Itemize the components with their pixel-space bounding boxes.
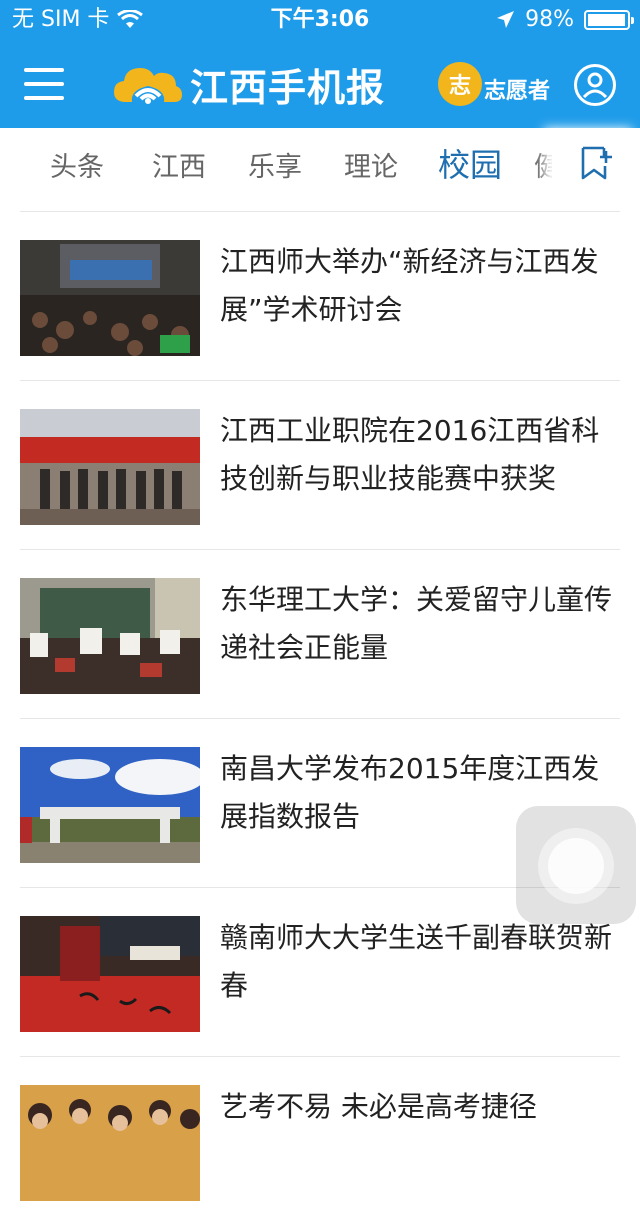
- menu-icon-bar: [24, 82, 64, 86]
- news-title: 江西工业职院在2016江西省科技创新与职业技能赛中获奖: [220, 414, 600, 495]
- app-header: 无 SIM 卡 下午3:06 98% 江西手机报 志 志愿者: [0, 0, 640, 128]
- news-item[interactable]: 东华理工大学：关爱留守儿童传递社会正能量: [20, 550, 620, 718]
- tab-lilun[interactable]: 理论: [344, 145, 398, 184]
- logo-text: 江西手机报: [190, 65, 386, 110]
- news-title: 东华理工大学：关爱留守儿童传递社会正能量: [220, 583, 613, 664]
- user-profile-button[interactable]: [574, 64, 616, 106]
- menu-icon-bar: [24, 96, 64, 100]
- news-item[interactable]: 艺考不易 未必是高考捷径: [20, 1057, 620, 1225]
- news-title: 赣南师大大学生送千副春联贺新春: [220, 921, 613, 1002]
- app-bar: 江西手机报 志 志愿者: [0, 40, 640, 128]
- news-title: 江西师大举办“新经济与江西发展”学术研讨会: [220, 245, 599, 326]
- category-tabs: 头条 江西 乐享 理论 校园 健: [0, 128, 640, 198]
- news-thumbnail: [20, 240, 200, 356]
- battery-icon: [584, 10, 634, 30]
- news-thumbnail: [20, 409, 200, 525]
- news-thumbnail: [20, 1085, 200, 1201]
- add-channel-bookmark-icon[interactable]: [580, 146, 614, 180]
- news-title: 艺考不易 未必是高考捷径: [220, 1090, 537, 1123]
- location-arrow-icon: [497, 11, 515, 28]
- tab-xiaoyuan[interactable]: 校园: [438, 140, 502, 186]
- assistive-touch-button[interactable]: [516, 806, 636, 924]
- user-icon: [582, 72, 608, 99]
- news-item[interactable]: 江西工业职院在2016江西省科技创新与职业技能赛中获奖: [20, 381, 620, 549]
- app-logo[interactable]: 江西手机报: [112, 56, 385, 112]
- tab-jiangxi[interactable]: 江西: [152, 145, 206, 184]
- volunteer-button[interactable]: 志 志愿者: [438, 62, 550, 106]
- news-thumbnail: [20, 916, 200, 1032]
- news-thumbnail: [20, 578, 200, 694]
- battery-percent: 98%: [525, 7, 574, 32]
- volunteer-badge-icon: 志: [438, 62, 482, 106]
- logo-cloud-icon: [114, 68, 182, 104]
- menu-icon-bar: [24, 68, 64, 72]
- volunteer-label: 志愿者: [484, 79, 551, 104]
- menu-button[interactable]: [24, 68, 64, 100]
- news-thumbnail: [20, 747, 200, 863]
- news-list: 江西师大举办“新经济与江西发展”学术研讨会 江西工业职院在2016江西省科技创新…: [20, 211, 620, 1225]
- tab-lexiang[interactable]: 乐享: [248, 145, 302, 184]
- news-item[interactable]: 江西师大举办“新经济与江西发展”学术研讨会: [20, 212, 620, 380]
- status-bar: 无 SIM 卡 下午3:06 98%: [0, 0, 640, 40]
- assistive-touch-dot: [548, 838, 604, 894]
- battery-fill: [588, 14, 625, 26]
- tab-toutiao[interactable]: 头条: [50, 145, 104, 184]
